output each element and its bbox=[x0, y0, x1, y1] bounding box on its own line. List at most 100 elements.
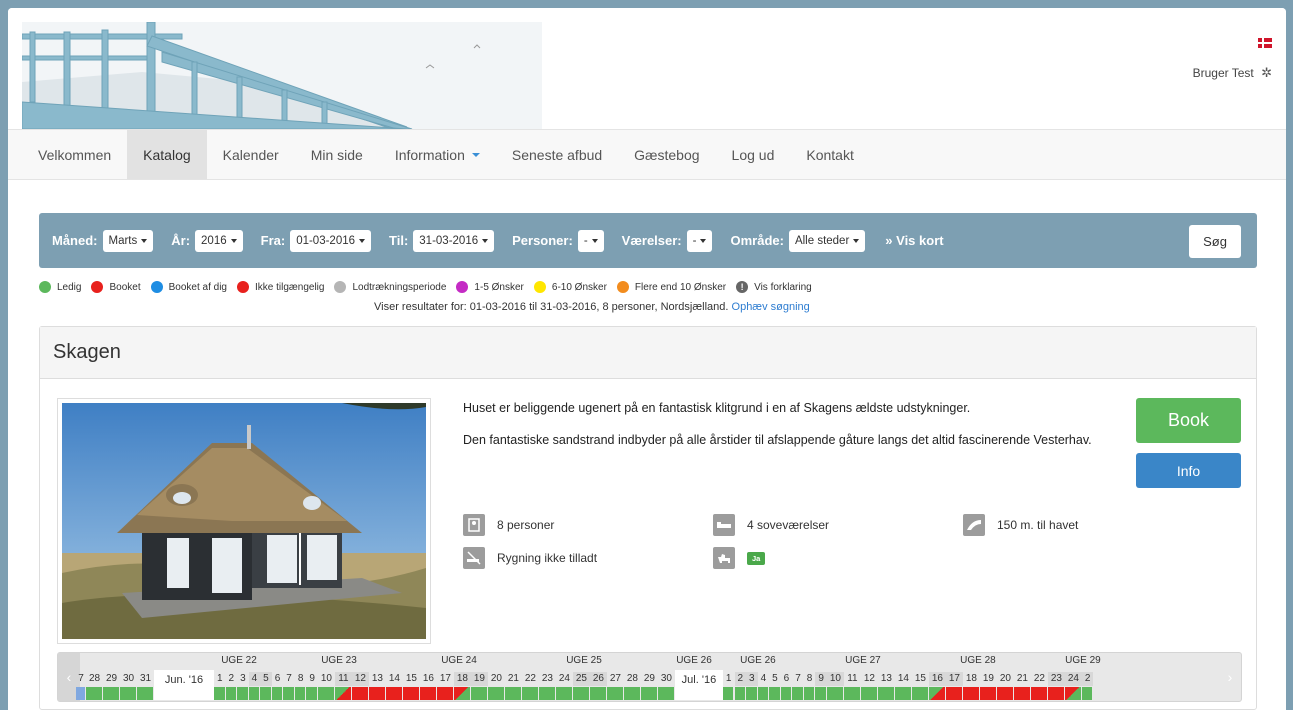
availability-cell bbox=[860, 687, 877, 700]
calendar-day: 16 bbox=[422, 673, 434, 684]
availability-calendar[interactable]: ‹ 7 28 29 30 31 Jun. '16 1 2 3 4 5 6 7 8 9 10 11 12 13 14 15… bbox=[57, 652, 1242, 702]
clear-search-link[interactable]: Ophæv søgning bbox=[732, 301, 810, 313]
calendar-day: 29 bbox=[643, 673, 655, 684]
calendar-week-label: UGE 28 bbox=[960, 655, 996, 666]
legend-explain-link[interactable]: ! Vis forklaring bbox=[736, 281, 812, 293]
nav-kontakt[interactable]: Kontakt bbox=[790, 130, 869, 179]
legend-dot-icon bbox=[236, 281, 249, 293]
availability-cell bbox=[979, 687, 996, 700]
chevron-down-icon bbox=[471, 152, 480, 157]
area-select[interactable]: Alle steder bbox=[788, 229, 866, 252]
calendar-day: 13 bbox=[371, 673, 383, 684]
nav-seneste-afbud[interactable]: Seneste afbud bbox=[496, 130, 618, 179]
calendar-day: 13 bbox=[880, 673, 892, 684]
availability-cell bbox=[589, 687, 606, 700]
availability-cell bbox=[385, 687, 402, 700]
legend-item: 1-5 Ønsker bbox=[456, 281, 524, 293]
availability-cell bbox=[351, 687, 368, 700]
info-button[interactable]: Info bbox=[1136, 453, 1241, 488]
availability-cell bbox=[86, 687, 102, 700]
calendar-day: 28 bbox=[88, 673, 101, 684]
wave-icon bbox=[963, 514, 985, 536]
legend-item: Flere end 10 Ønsker bbox=[616, 281, 726, 293]
availability-cell bbox=[657, 687, 674, 700]
search-button[interactable]: Søg bbox=[1189, 225, 1241, 258]
gear-icon[interactable]: ✲ bbox=[1261, 65, 1272, 80]
calendar-day: 24 bbox=[558, 673, 570, 684]
fact-pets: Ja bbox=[713, 547, 766, 569]
nav-information[interactable]: Information bbox=[379, 130, 496, 179]
to-label: Til: bbox=[389, 233, 409, 248]
calendar-day: 23 bbox=[1047, 672, 1065, 686]
calendar-next-icon[interactable]: › bbox=[1219, 653, 1241, 701]
month-select[interactable]: Marts bbox=[102, 229, 154, 252]
year-select[interactable]: 2016 bbox=[195, 229, 243, 252]
calendar-day: 15 bbox=[914, 673, 926, 684]
fact-smoking: Rygning ikke tilladt bbox=[463, 547, 597, 569]
availability-cell bbox=[803, 687, 815, 700]
availability-cell bbox=[402, 687, 419, 700]
fact-label: 150 m. til havet bbox=[997, 518, 1079, 532]
book-button[interactable]: Book bbox=[1136, 398, 1241, 443]
calendar-day: 10 bbox=[320, 673, 332, 684]
calendar-week-label: UGE 24 bbox=[441, 655, 477, 666]
calendar-prev-icon[interactable]: ‹ bbox=[58, 653, 80, 701]
calendar-day: 24 bbox=[1064, 672, 1082, 686]
legend-item: Booket bbox=[91, 281, 141, 293]
availability-cell bbox=[911, 687, 928, 700]
legend-dot-icon bbox=[456, 281, 469, 293]
calendar-day: 6 bbox=[783, 673, 790, 684]
calendar-day: 3 bbox=[240, 673, 246, 684]
availability-cell bbox=[225, 687, 237, 700]
app-window: Bruger Test ✲ Velkommen Katalog Kalender… bbox=[8, 8, 1286, 710]
from-date-select[interactable]: 01-03-2016 bbox=[290, 229, 372, 252]
nav-log-ud[interactable]: Log ud bbox=[716, 130, 791, 179]
nav-min-side[interactable]: Min side bbox=[295, 130, 379, 179]
legend-dot-icon bbox=[91, 281, 104, 293]
calendar-day: 4 bbox=[760, 673, 767, 684]
nav-katalog[interactable]: Katalog bbox=[127, 130, 207, 179]
calendar-day: 2 bbox=[734, 672, 747, 686]
description-paragraph: Den fantastiske sandstrand indbyder på a… bbox=[463, 433, 1092, 447]
availability-cell bbox=[757, 687, 769, 700]
calendar-day: 5 bbox=[260, 672, 272, 686]
calendar-day: 7 bbox=[286, 673, 292, 684]
rooms-label: Værelser: bbox=[621, 233, 682, 248]
legend-item: Lodtrækningsperiode bbox=[334, 281, 446, 293]
persons-select[interactable]: - bbox=[577, 229, 604, 252]
calendar-day: 18 bbox=[965, 673, 977, 684]
dog-icon bbox=[713, 547, 735, 569]
show-map-link[interactable]: » Vis kort bbox=[885, 233, 943, 248]
nav-velkommen[interactable]: Velkommen bbox=[22, 130, 127, 179]
nav-kalender[interactable]: Kalender bbox=[207, 130, 295, 179]
calendar-day: 4 bbox=[248, 672, 261, 686]
property-photo[interactable] bbox=[57, 398, 431, 644]
info-icon: ! bbox=[736, 281, 749, 293]
availability-cell bbox=[1047, 687, 1064, 700]
calendar-day: 26 bbox=[589, 672, 607, 686]
chevron-down-icon bbox=[141, 238, 148, 243]
calendar-day: 25 bbox=[572, 672, 590, 686]
calendar-day: 27 bbox=[609, 673, 621, 684]
search-filter-bar: Måned: Marts År: 2016 Fra: 01-03-2016 Ti… bbox=[39, 213, 1257, 268]
nav-gaestebog[interactable]: Gæstebog bbox=[618, 130, 715, 179]
legend-item: Booket af dig bbox=[150, 281, 227, 293]
results-text: Viser resultater for: 01-03-2016 til 31-… bbox=[374, 301, 729, 313]
availability-cell bbox=[734, 687, 746, 700]
availability-cell bbox=[606, 687, 623, 700]
month-label: Måned: bbox=[52, 233, 98, 248]
calendar-day: 21 bbox=[507, 673, 519, 684]
to-date-select[interactable]: 31-03-2016 bbox=[413, 229, 495, 252]
calendar-day: 6 bbox=[274, 673, 281, 684]
calendar-day: 30 bbox=[660, 673, 672, 684]
availability-cell bbox=[555, 687, 572, 700]
legend-explain-label: Vis forklaring bbox=[754, 281, 812, 293]
availability-cell bbox=[769, 687, 780, 700]
user-name[interactable]: Bruger Test bbox=[1193, 66, 1254, 80]
rooms-select[interactable]: - bbox=[686, 229, 713, 252]
danish-flag-icon[interactable] bbox=[1258, 38, 1272, 48]
availability-legend: Ledig Booket Booket af dig Ikke tilgænge… bbox=[39, 281, 822, 293]
availability-cell bbox=[1030, 687, 1047, 700]
from-label: Fra: bbox=[260, 233, 286, 248]
calendar-day: 22 bbox=[1033, 673, 1045, 684]
